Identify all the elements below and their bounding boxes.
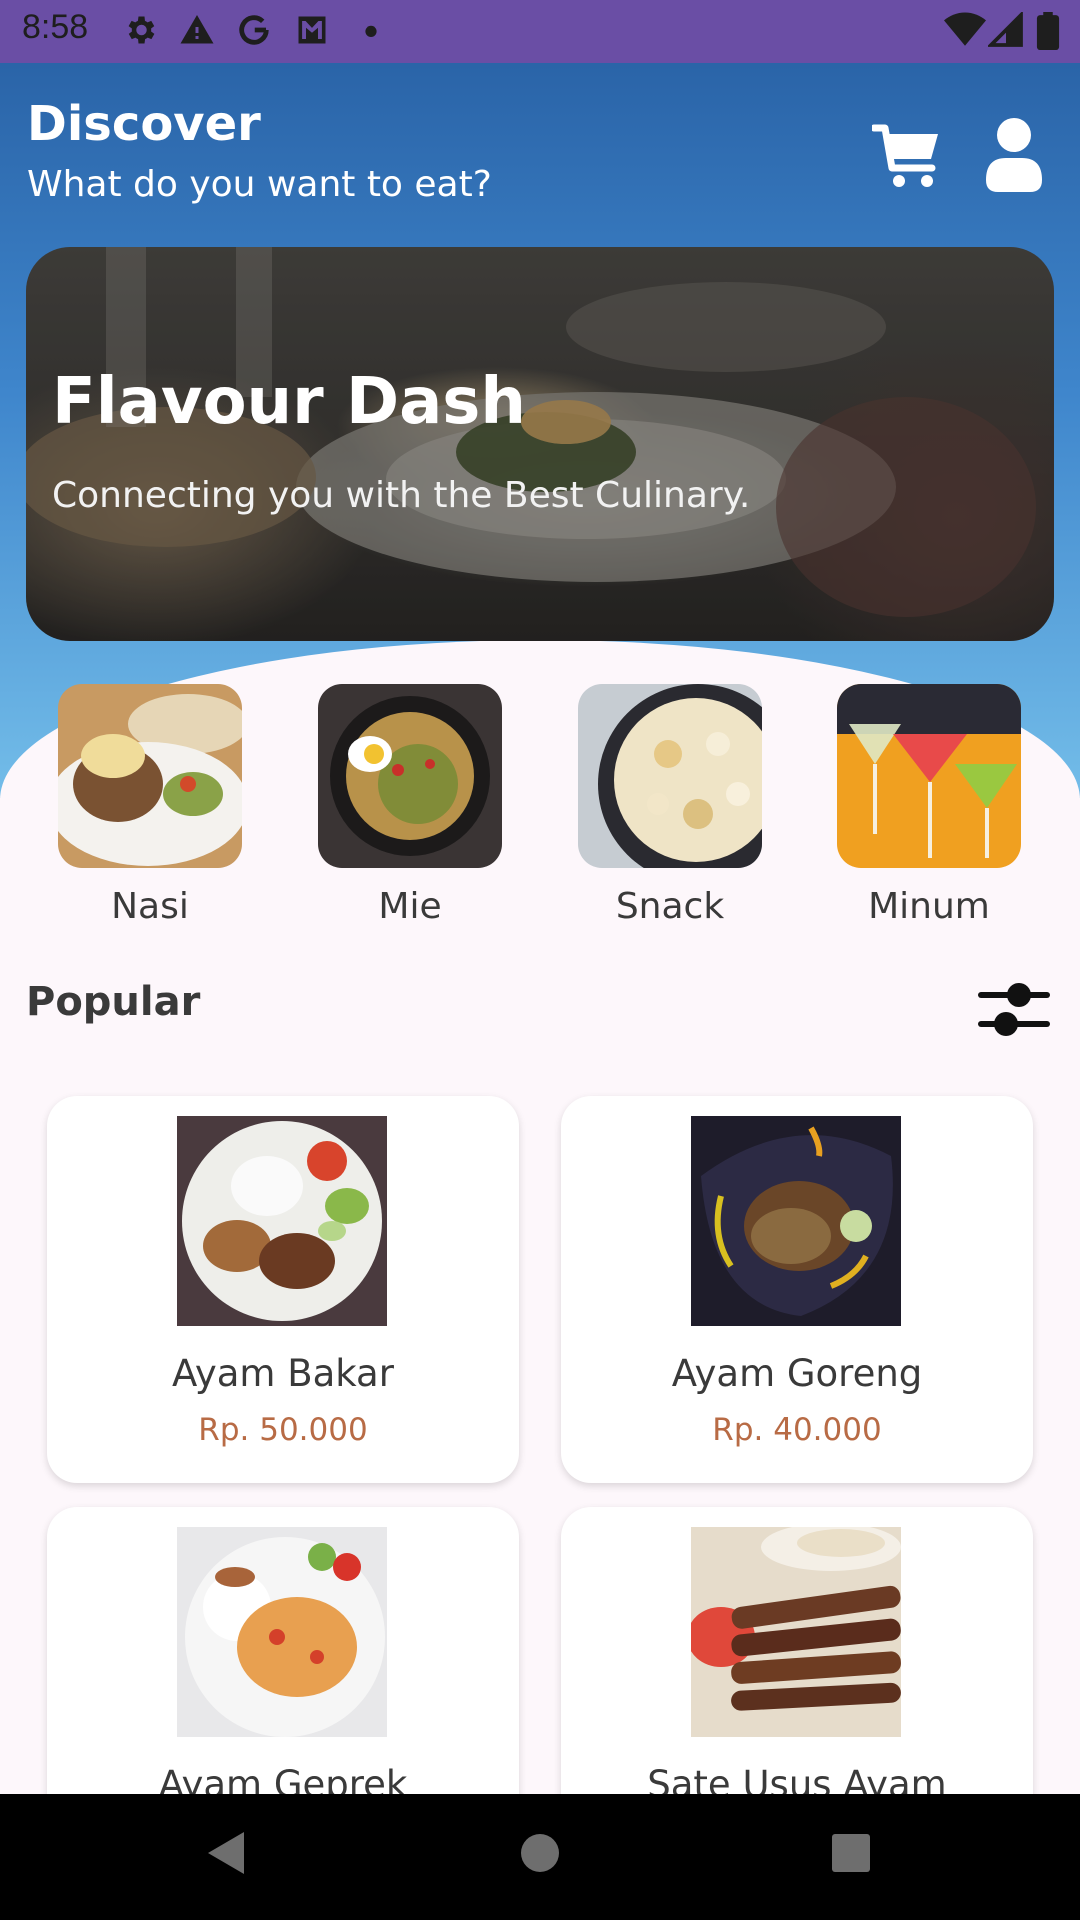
home-icon[interactable] <box>520 1830 560 1876</box>
page-title: Discover <box>27 96 261 152</box>
status-time: 8:58 <box>22 8 89 46</box>
status-bar: 8:58 <box>0 0 1080 63</box>
profile-button[interactable] <box>986 118 1042 192</box>
mail-icon <box>298 16 326 44</box>
category-image <box>318 684 502 868</box>
wifi-icon <box>944 12 986 46</box>
food-name: Ayam Bakar <box>172 1352 394 1395</box>
gear-icon <box>128 16 155 44</box>
food-card-ayam-bakar[interactable]: Ayam Bakar Rp. 50.000 <box>47 1096 519 1483</box>
app-screen: 8:58 Discover What do you want to eat? F… <box>0 0 1080 1920</box>
cart-button[interactable] <box>870 118 942 190</box>
sliders-icon <box>978 983 1050 1036</box>
google-icon <box>239 15 269 45</box>
banner-title: Flavour Dash <box>52 365 526 439</box>
food-price: Rp. 50.000 <box>198 1412 368 1448</box>
hero-banner[interactable]: Flavour Dash Connecting you with the Bes… <box>26 247 1054 641</box>
banner-photo <box>26 247 1036 617</box>
food-price: Rp. 40.000 <box>712 1412 882 1448</box>
food-image <box>177 1527 387 1737</box>
category-label: Mie <box>378 886 442 927</box>
page-subtitle: What do you want to eat? <box>27 164 492 205</box>
navigation-bar <box>0 1794 1080 1920</box>
food-card-ayam-goreng[interactable]: Ayam Goreng Rp. 40.000 <box>561 1096 1033 1483</box>
food-image <box>691 1527 901 1737</box>
banner-subtitle: Connecting you with the Best Culinary. <box>52 475 751 516</box>
food-name: Ayam Goreng <box>671 1352 923 1395</box>
profile-icon <box>986 118 1042 192</box>
category-snack[interactable]: Snack <box>578 684 762 927</box>
category-nasi[interactable]: Nasi <box>58 684 242 927</box>
category-label: Nasi <box>111 886 189 927</box>
category-image <box>58 684 242 868</box>
recents-icon[interactable] <box>830 1830 872 1876</box>
warning-icon <box>180 15 214 44</box>
signal-icon <box>988 12 1023 47</box>
category-label: Minum <box>868 886 990 927</box>
cart-icon <box>870 124 938 187</box>
category-label: Snack <box>615 886 725 927</box>
popular-title: Popular <box>26 979 201 1025</box>
category-minum[interactable]: Minum <box>837 684 1021 927</box>
category-image <box>837 684 1021 868</box>
dot-icon <box>365 25 377 37</box>
food-image <box>691 1116 901 1326</box>
category-image <box>578 684 762 868</box>
category-mie[interactable]: Mie <box>318 684 502 927</box>
filter-button[interactable] <box>978 978 1050 1040</box>
battery-icon <box>1036 12 1060 50</box>
back-icon[interactable] <box>206 1830 246 1876</box>
food-image <box>177 1116 387 1326</box>
